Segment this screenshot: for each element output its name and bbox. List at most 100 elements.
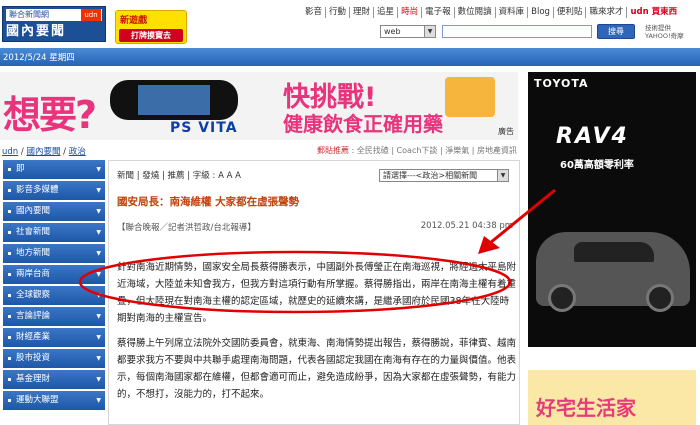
date-bar: 2012/5/24 星期四 [0, 48, 700, 66]
chevron-down-icon: ▼ [96, 397, 101, 404]
breadcrumb-udn[interactable]: udn [2, 147, 18, 157]
bullet-icon [8, 378, 11, 381]
recommend-links[interactable]: 郵貼推薦 : 全民找碴 | Coach下談 | 淨樂氣 | 房地產資訊 [317, 145, 517, 156]
game-ad-title: 新遊戲 [120, 16, 148, 26]
article-meta: 【聯合晚報／記者洪哲政/台北報導】 2012.05.21 04:38 pm [117, 221, 513, 233]
sidebar-item[interactable]: 基金理財 ▼ [3, 370, 105, 389]
top-link[interactable]: 電子報 [422, 7, 455, 18]
game-ad-cta: 打牌摸寶去 [119, 29, 183, 42]
chevron-down-icon: ▼ [96, 292, 101, 299]
article-paragraph: 針對南海近期情勢，國家安全局長蔡得勝表示，中國副外長傅瑩正在南海巡視，將經過太平… [117, 262, 517, 324]
sidebar-item-label: 股市投資 [16, 353, 51, 363]
sidebar-item-label: 社會新聞 [16, 227, 51, 237]
sidebar-item-label: 影音多媒體 [16, 185, 59, 195]
top-link[interactable]: 便利貼 [554, 7, 587, 18]
sidebar-item[interactable]: 全球觀察 ▼ [3, 286, 105, 305]
car-image [536, 232, 690, 312]
article-panel: 新聞 | 發燒 | 推薦 | 字級 : A A A 請選擇---<政治>相關新聞… [108, 160, 520, 425]
search-button[interactable]: 搜尋 [597, 24, 635, 39]
logo-section-title: 國內要聞 [6, 24, 67, 39]
chevron-down-icon: ▼ [424, 26, 435, 37]
chevron-down-icon: ▼ [96, 271, 101, 278]
top-link[interactable]: 時尚 [398, 7, 423, 18]
chevron-down-icon: ▼ [96, 166, 101, 173]
bullet-icon [8, 231, 11, 234]
bullet-icon [8, 294, 11, 297]
recommend-label: 郵貼推薦 [317, 146, 349, 155]
sidebar-item[interactable]: 地方新聞 ▼ [3, 244, 105, 263]
search-input[interactable] [442, 25, 592, 38]
toyota-rate-text: 60萬高額零利率 [560, 160, 634, 171]
yahoo-credit-line2: YAHOO!奇摩 [645, 32, 684, 40]
bullet-icon [8, 336, 11, 339]
chevron-down-icon: ▼ [96, 313, 101, 320]
sidebar-item[interactable]: 即 ▼ [3, 160, 105, 179]
top-link[interactable]: Blog [528, 7, 554, 18]
bullet-icon [8, 399, 11, 402]
top-link[interactable]: 職來求才 [586, 7, 628, 18]
sidebar-item-label: 財經產業 [16, 332, 51, 342]
sidebar-item[interactable]: 言論評論 ▼ [3, 307, 105, 326]
ad-label: 廣告 [498, 127, 514, 136]
chevron-down-icon: ▼ [497, 170, 508, 181]
sidebar-item-label: 地方新聞 [16, 248, 51, 258]
top-link[interactable]: 追星 [374, 7, 399, 18]
game-ad[interactable]: 新遊戲 打牌摸寶去 [115, 10, 187, 44]
sidebar-item-label: 運動大聯盟 [16, 395, 59, 405]
sidebar-item[interactable]: 股市投資 ▼ [3, 349, 105, 368]
toyota-brand: TOYOTA [534, 77, 589, 90]
sidebar-item[interactable]: 兩岸台商 ▼ [3, 265, 105, 284]
article-byline: 【聯合晚報／記者洪哲政/台北報導】 [117, 223, 256, 233]
top-nav-links: 影音 行動 理財 追星 時尚 電子報 數位閱讀 資料庫 Blog 便利貼 職來求才 udn 買東西 [302, 7, 680, 21]
search-scope-value: web [384, 27, 401, 36]
sidebar-item[interactable]: 運動大聯盟 ▼ [3, 391, 105, 410]
chevron-down-icon: ▼ [96, 187, 101, 194]
related-news-value: 請選擇---<政治>相關新聞 [383, 171, 478, 180]
sidebar-item-label: 國內要聞 [16, 206, 51, 216]
yahoo-credit-line1: 技術提供 [645, 24, 671, 32]
recommend-items: : 全民找碴 | Coach下談 | 淨樂氣 | 房地產資訊 [349, 146, 517, 155]
lifestyle-ad[interactable]: 好宅生活家 [528, 370, 696, 425]
banner-ad[interactable]: 想要? PS VITA 快挑戰! 健康飲食正確用藥 廣告 [0, 72, 518, 140]
bullet-icon [8, 189, 11, 192]
article-body: 針對南海近期情勢，國家安全局長蔡得勝表示，中國副外長傅瑩正在南海巡視，將經過太平… [117, 259, 517, 411]
breadcrumb-domestic[interactable]: 國內要聞 [26, 147, 60, 157]
bullet-icon [8, 357, 11, 360]
food-illustration [445, 77, 495, 117]
toyota-model: RAV4 [556, 124, 629, 149]
top-link[interactable]: 數位閱讀 [455, 7, 496, 18]
banner-psvita-text: PS VITA [170, 120, 238, 136]
udn-badge: udn [81, 9, 101, 21]
current-date: 2012/5/24 星期四 [3, 53, 75, 63]
top-link[interactable]: udn 買東西 [627, 7, 680, 18]
breadcrumb: udn / 國內要聞 / 政治 [2, 147, 86, 157]
sidebar-item[interactable]: 國內要聞 ▼ [3, 202, 105, 221]
sidebar-item[interactable]: 影音多媒體 ▼ [3, 181, 105, 200]
article-paragraph: 蔡得勝上午列席立法院外交國防委員會，就東海、南海情勢提出報告，蔡得勝說，菲律賓、… [117, 338, 517, 400]
bullet-icon [8, 168, 11, 171]
sidebar-item[interactable]: 社會新聞 ▼ [3, 223, 105, 242]
yahoo-credit: 技術提供 YAHOO!奇摩 [645, 24, 684, 40]
search-scope-select[interactable]: web ▼ [380, 25, 436, 38]
chevron-down-icon: ▼ [96, 208, 101, 215]
sidebar-item-label: 全球觀察 [16, 290, 51, 300]
top-link[interactable]: 理財 [350, 7, 375, 18]
banner-want-text: 想要? [3, 93, 97, 137]
chevron-down-icon: ▼ [96, 376, 101, 383]
breadcrumb-politics[interactable]: 政治 [69, 147, 86, 157]
sidebar-item-label: 兩岸台商 [16, 269, 51, 279]
article-title: 國安局長：南海維權 大家都在虛張聲勢 [117, 196, 300, 208]
top-link[interactable]: 影音 [302, 7, 327, 18]
bullet-icon [8, 315, 11, 318]
article-toolbar[interactable]: 新聞 | 發燒 | 推薦 | 字級 : A A A [117, 169, 241, 181]
top-link[interactable]: 行動 [326, 7, 351, 18]
sidebar-item-label: 即 [16, 164, 25, 174]
related-news-select[interactable]: 請選擇---<政治>相關新聞 ▼ [379, 169, 509, 182]
sidebar-nav: 即 ▼ 影音多媒體 ▼ 國內要聞 ▼ 社會新聞 ▼ 地方新聞 ▼ 兩岸台商 ▼ 全球觀察 ▼ 言論評論 ▼ 財經… [3, 160, 105, 412]
site-logo[interactable]: 聯合新聞網 udn 國內要聞 [2, 6, 106, 42]
sidebar-item[interactable]: 財經產業 ▼ [3, 328, 105, 347]
chevron-down-icon: ▼ [96, 355, 101, 362]
top-link[interactable]: 資料庫 [496, 7, 529, 18]
toyota-ad[interactable]: TOYOTA RAV4 60萬高額零利率 [528, 72, 696, 347]
chevron-down-icon: ▼ [96, 250, 101, 257]
